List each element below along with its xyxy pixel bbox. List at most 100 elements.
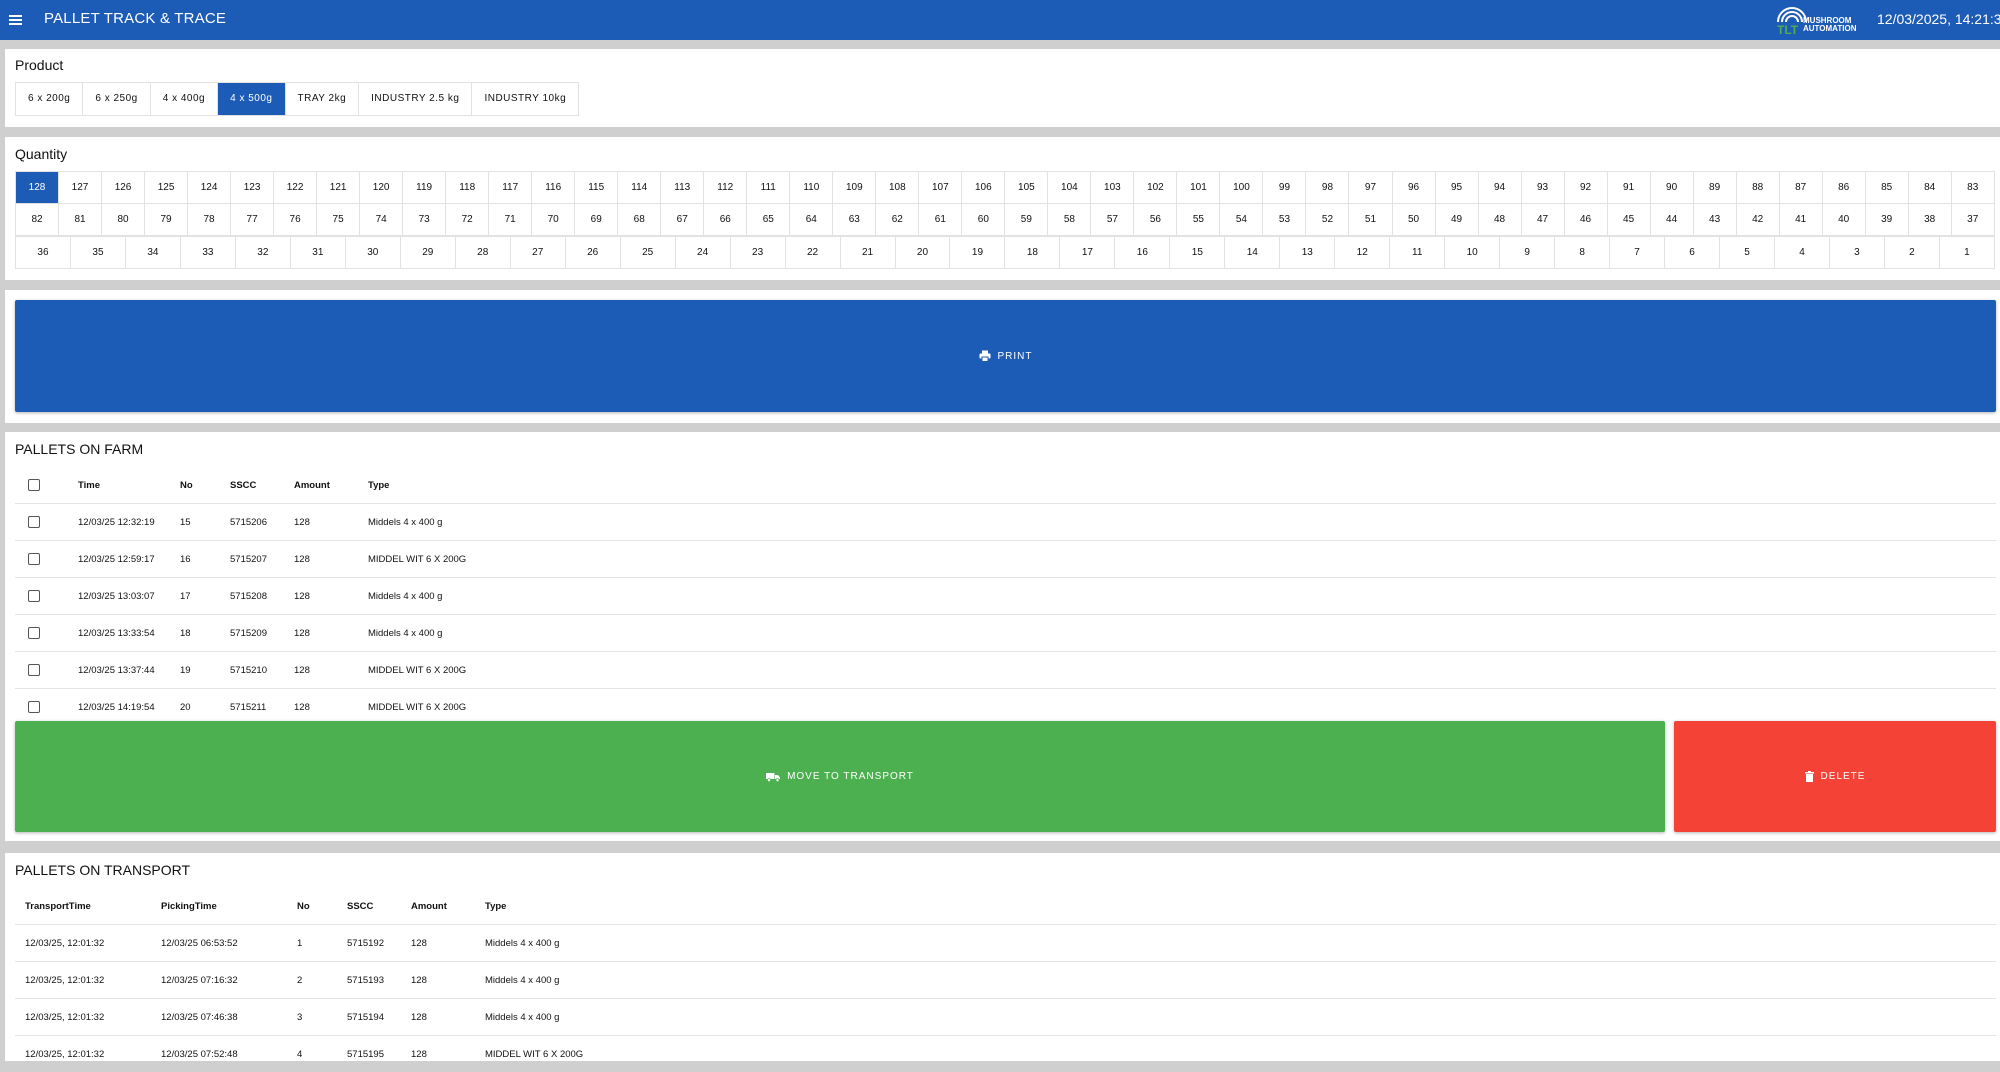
quantity-option-99[interactable]: 99 <box>1263 172 1306 203</box>
quantity-option-30[interactable]: 30 <box>346 237 401 268</box>
quantity-option-56[interactable]: 56 <box>1134 204 1177 235</box>
quantity-option-116[interactable]: 116 <box>532 172 575 203</box>
quantity-option-90[interactable]: 90 <box>1651 172 1694 203</box>
quantity-option-88[interactable]: 88 <box>1737 172 1780 203</box>
product-option-industry-2-5-kg[interactable]: INDUSTRY 2.5 kg <box>359 83 472 115</box>
quantity-option-64[interactable]: 64 <box>790 204 833 235</box>
quantity-option-68[interactable]: 68 <box>618 204 661 235</box>
quantity-option-7[interactable]: 7 <box>1610 237 1665 268</box>
quantity-option-24[interactable]: 24 <box>676 237 731 268</box>
quantity-option-12[interactable]: 12 <box>1335 237 1390 268</box>
quantity-option-33[interactable]: 33 <box>181 237 236 268</box>
quantity-option-128[interactable]: 128 <box>16 172 59 203</box>
quantity-option-25[interactable]: 25 <box>621 237 676 268</box>
quantity-option-13[interactable]: 13 <box>1280 237 1335 268</box>
quantity-option-82[interactable]: 82 <box>16 204 59 235</box>
quantity-option-6[interactable]: 6 <box>1665 237 1720 268</box>
quantity-option-20[interactable]: 20 <box>896 237 951 268</box>
quantity-option-79[interactable]: 79 <box>145 204 188 235</box>
row-checkbox[interactable] <box>28 516 40 528</box>
quantity-option-121[interactable]: 121 <box>317 172 360 203</box>
quantity-option-105[interactable]: 105 <box>1005 172 1048 203</box>
quantity-option-54[interactable]: 54 <box>1220 204 1263 235</box>
menu-icon[interactable] <box>9 15 22 25</box>
print-button[interactable]: PRINT <box>15 300 1996 412</box>
quantity-option-23[interactable]: 23 <box>731 237 786 268</box>
row-checkbox[interactable] <box>28 553 40 565</box>
quantity-option-75[interactable]: 75 <box>317 204 360 235</box>
quantity-option-123[interactable]: 123 <box>231 172 274 203</box>
quantity-option-71[interactable]: 71 <box>489 204 532 235</box>
quantity-option-43[interactable]: 43 <box>1694 204 1737 235</box>
move-to-transport-button[interactable]: MOVE TO TRANSPORT <box>15 721 1665 832</box>
quantity-option-14[interactable]: 14 <box>1225 237 1280 268</box>
quantity-option-3[interactable]: 3 <box>1830 237 1885 268</box>
quantity-option-106[interactable]: 106 <box>962 172 1005 203</box>
quantity-option-94[interactable]: 94 <box>1479 172 1522 203</box>
product-option-tray-2kg[interactable]: TRAY 2kg <box>286 83 360 115</box>
quantity-option-126[interactable]: 126 <box>102 172 145 203</box>
quantity-option-103[interactable]: 103 <box>1091 172 1134 203</box>
quantity-option-34[interactable]: 34 <box>126 237 181 268</box>
quantity-option-49[interactable]: 49 <box>1436 204 1479 235</box>
quantity-option-40[interactable]: 40 <box>1823 204 1866 235</box>
quantity-option-93[interactable]: 93 <box>1522 172 1565 203</box>
quantity-option-31[interactable]: 31 <box>291 237 346 268</box>
quantity-option-119[interactable]: 119 <box>403 172 446 203</box>
quantity-option-27[interactable]: 27 <box>511 237 566 268</box>
product-option-4-x-500g[interactable]: 4 x 500g <box>218 83 285 115</box>
quantity-option-16[interactable]: 16 <box>1115 237 1170 268</box>
quantity-option-122[interactable]: 122 <box>274 172 317 203</box>
quantity-option-45[interactable]: 45 <box>1608 204 1651 235</box>
quantity-option-28[interactable]: 28 <box>456 237 511 268</box>
quantity-option-98[interactable]: 98 <box>1306 172 1349 203</box>
quantity-option-91[interactable]: 91 <box>1608 172 1651 203</box>
quantity-option-39[interactable]: 39 <box>1866 204 1909 235</box>
quantity-option-32[interactable]: 32 <box>236 237 291 268</box>
quantity-option-67[interactable]: 67 <box>661 204 704 235</box>
quantity-option-97[interactable]: 97 <box>1349 172 1392 203</box>
farm-row[interactable]: 12/03/25 13:03:07175715208128Middels 4 x… <box>15 578 1996 615</box>
quantity-option-80[interactable]: 80 <box>102 204 145 235</box>
quantity-option-66[interactable]: 66 <box>704 204 747 235</box>
select-all-checkbox[interactable] <box>28 479 40 491</box>
quantity-option-51[interactable]: 51 <box>1349 204 1392 235</box>
quantity-option-104[interactable]: 104 <box>1048 172 1091 203</box>
quantity-option-95[interactable]: 95 <box>1436 172 1479 203</box>
quantity-option-76[interactable]: 76 <box>274 204 317 235</box>
quantity-option-124[interactable]: 124 <box>188 172 231 203</box>
product-option-6-x-250g[interactable]: 6 x 250g <box>83 83 150 115</box>
quantity-option-50[interactable]: 50 <box>1393 204 1436 235</box>
quantity-option-78[interactable]: 78 <box>188 204 231 235</box>
quantity-option-22[interactable]: 22 <box>786 237 841 268</box>
product-option-industry-10kg[interactable]: INDUSTRY 10kg <box>472 83 578 115</box>
quantity-option-18[interactable]: 18 <box>1005 237 1060 268</box>
quantity-option-127[interactable]: 127 <box>59 172 102 203</box>
farm-row[interactable]: 12/03/25 12:32:19155715206128Middels 4 x… <box>15 504 1996 541</box>
quantity-option-107[interactable]: 107 <box>919 172 962 203</box>
quantity-option-37[interactable]: 37 <box>1952 204 1994 235</box>
row-checkbox[interactable] <box>28 664 40 676</box>
quantity-option-1[interactable]: 1 <box>1940 237 1994 268</box>
quantity-option-102[interactable]: 102 <box>1134 172 1177 203</box>
row-checkbox[interactable] <box>28 627 40 639</box>
quantity-option-118[interactable]: 118 <box>446 172 489 203</box>
quantity-option-8[interactable]: 8 <box>1555 237 1610 268</box>
farm-row[interactable]: 12/03/25 12:59:17165715207128MIDDEL WIT … <box>15 541 1996 578</box>
quantity-option-55[interactable]: 55 <box>1177 204 1220 235</box>
quantity-option-41[interactable]: 41 <box>1780 204 1823 235</box>
row-checkbox[interactable] <box>28 590 40 602</box>
quantity-option-92[interactable]: 92 <box>1565 172 1608 203</box>
quantity-option-5[interactable]: 5 <box>1720 237 1775 268</box>
quantity-option-19[interactable]: 19 <box>950 237 1005 268</box>
quantity-option-113[interactable]: 113 <box>661 172 704 203</box>
quantity-option-109[interactable]: 109 <box>833 172 876 203</box>
quantity-option-17[interactable]: 17 <box>1060 237 1115 268</box>
quantity-option-112[interactable]: 112 <box>704 172 747 203</box>
quantity-option-70[interactable]: 70 <box>532 204 575 235</box>
quantity-option-72[interactable]: 72 <box>446 204 489 235</box>
quantity-option-108[interactable]: 108 <box>876 172 919 203</box>
quantity-option-29[interactable]: 29 <box>401 237 456 268</box>
quantity-option-38[interactable]: 38 <box>1909 204 1952 235</box>
quantity-option-110[interactable]: 110 <box>790 172 833 203</box>
